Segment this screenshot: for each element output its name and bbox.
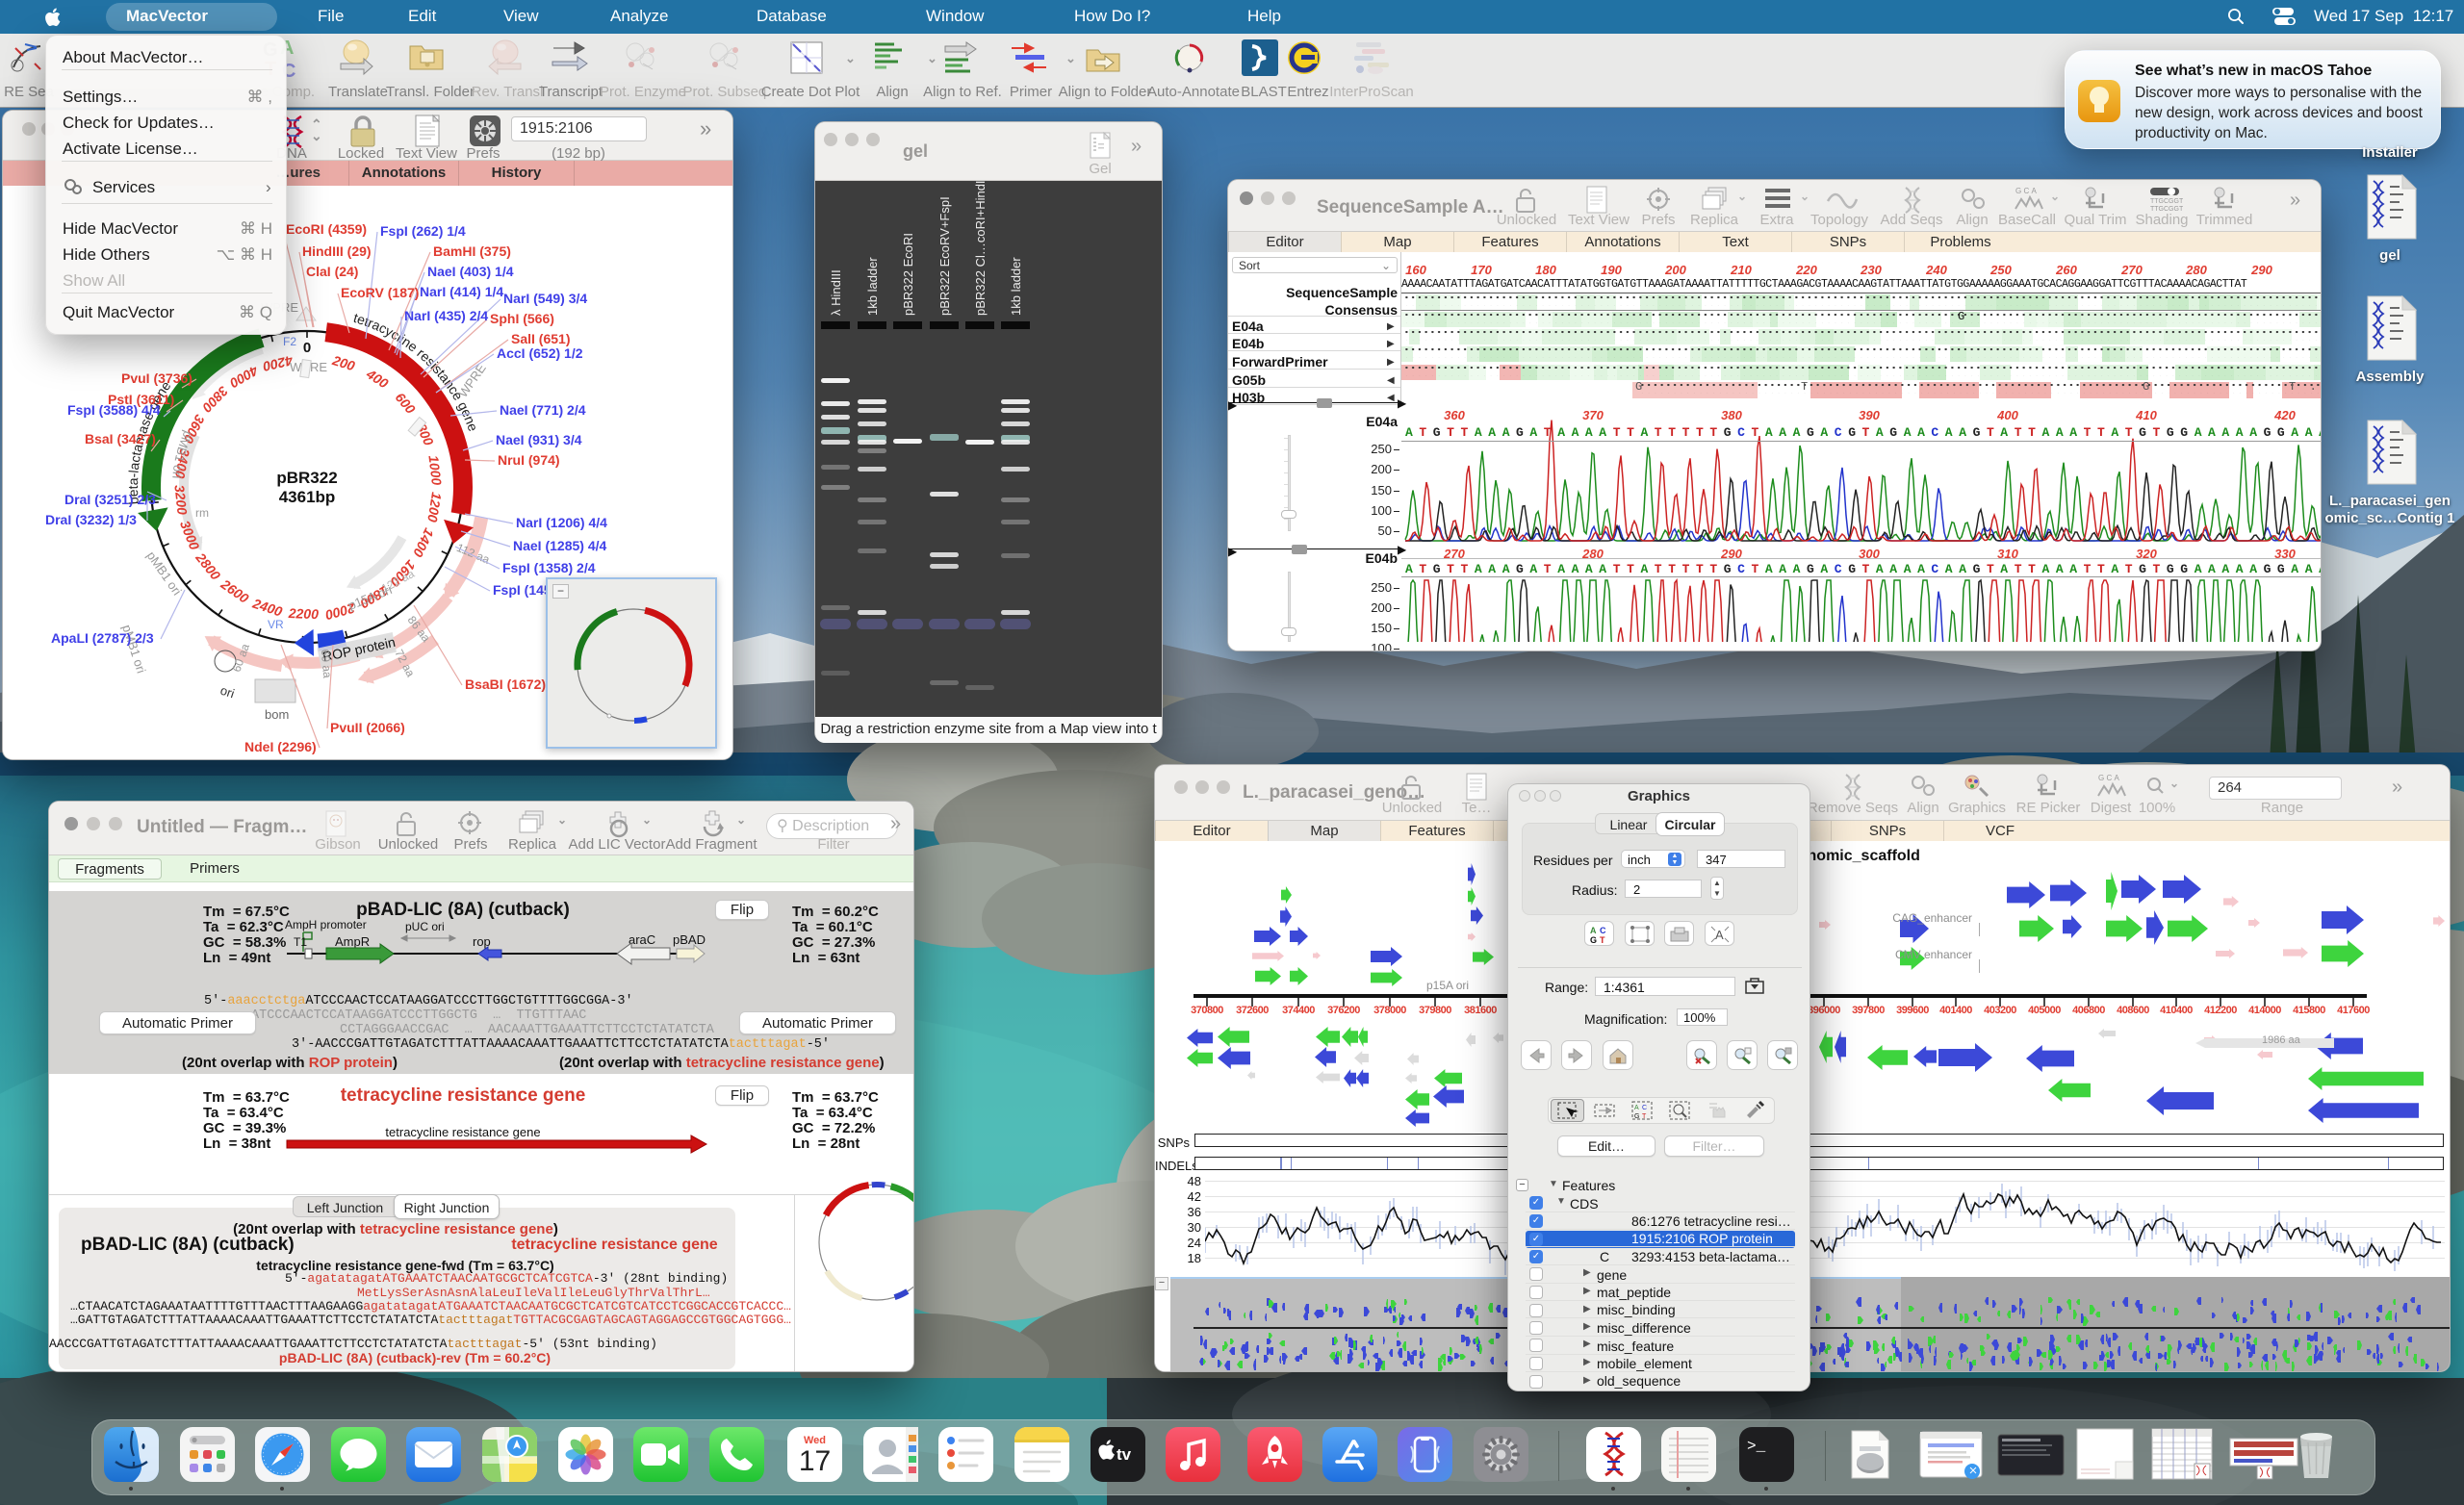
svg-text:0: 0 — [303, 340, 311, 356]
svg-text:bom: bom — [265, 707, 289, 722]
svg-text:A: A — [1634, 1105, 1639, 1111]
svg-text:4361bp: 4361bp — [279, 488, 336, 506]
svg-text:G C A: G C A — [2098, 774, 2119, 782]
svg-text:AmpH promoter: AmpH promoter — [285, 918, 367, 931]
svg-text:G: G — [1634, 1113, 1639, 1120]
svg-text:pBAD: pBAD — [673, 932, 706, 947]
svg-text:T: T — [1600, 935, 1605, 945]
svg-text:G C A: G C A — [2015, 187, 2037, 195]
svg-text:pBR322 EcoRI: pBR322 EcoRI — [901, 233, 915, 316]
svg-text:pBR322 EcoRV+FspI: pBR322 EcoRV+FspI — [937, 196, 952, 316]
svg-text:tv: tv — [1116, 1445, 1132, 1464]
svg-text:pBR322: pBR322 — [276, 469, 337, 487]
svg-text:2200: 2200 — [287, 605, 319, 622]
svg-text:1400: 1400 — [410, 525, 437, 559]
svg-text:T: T — [1642, 1113, 1647, 1120]
svg-text:pUC ori: pUC ori — [405, 920, 445, 933]
svg-text:3200: 3200 — [171, 484, 190, 516]
svg-text:pBR322 Cl…coRI+HindIII: pBR322 Cl…coRI+HindIII — [973, 181, 988, 316]
svg-text:>_: >_ — [1747, 1438, 1766, 1455]
svg-text:G: G — [1590, 935, 1597, 945]
svg-text:1200: 1200 — [424, 491, 445, 523]
svg-text:17: 17 — [799, 1445, 831, 1477]
svg-text:1kb ladder: 1kb ladder — [865, 257, 880, 316]
svg-text:600: 600 — [393, 390, 419, 417]
svg-text:1kb ladder: 1kb ladder — [1009, 257, 1023, 316]
svg-text:VR: VR — [268, 618, 284, 631]
svg-text:rm: rm — [195, 506, 209, 520]
svg-text:A: A — [1715, 928, 1724, 942]
svg-text:2400: 2400 — [250, 595, 285, 619]
svg-text:araC: araC — [629, 932, 655, 947]
svg-text:F2: F2 — [283, 335, 296, 348]
svg-text:λ HindIII: λ HindIII — [829, 269, 843, 316]
svg-text:C: C — [1600, 926, 1606, 935]
svg-text:2800: 2800 — [192, 549, 224, 583]
svg-text:400: 400 — [363, 366, 391, 392]
svg-text:C: C — [1642, 1105, 1647, 1111]
svg-text:T1: T1 — [294, 935, 307, 949]
svg-text:TTGCGGT: TTGCGGT — [2150, 198, 2183, 205]
svg-text:ori: ori — [218, 683, 236, 701]
svg-text:200: 200 — [330, 352, 357, 373]
svg-text:1000: 1000 — [425, 454, 445, 486]
svg-text:2600: 2600 — [218, 575, 252, 606]
svg-text:AmpR: AmpR — [335, 934, 370, 949]
svg-text:3000: 3000 — [177, 519, 203, 552]
svg-text:A: A — [1590, 926, 1597, 935]
